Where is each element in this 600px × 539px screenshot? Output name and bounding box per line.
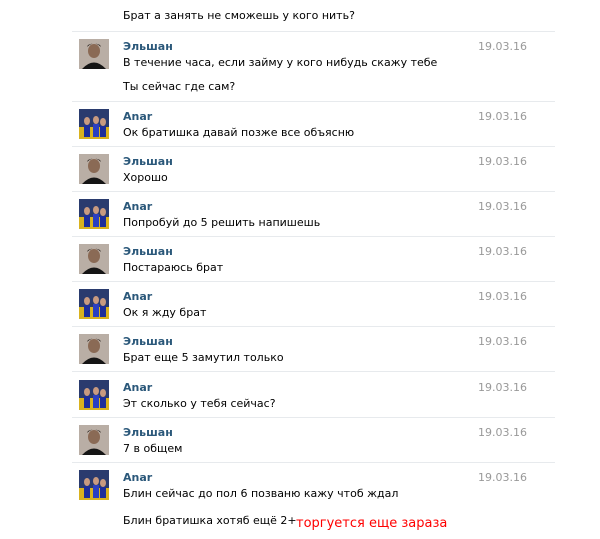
avatar-elshan[interactable] <box>79 39 109 69</box>
message-date[interactable]: 19.03.16 <box>478 110 527 124</box>
message-date[interactable]: 19.03.16 <box>478 155 527 169</box>
message-divider <box>72 326 555 327</box>
message-text: Ок я жду брат <box>123 306 207 319</box>
message-date[interactable]: 19.03.16 <box>478 335 527 349</box>
message-date[interactable]: 19.03.16 <box>478 290 527 304</box>
message-divider <box>72 281 555 282</box>
message-divider <box>72 146 555 147</box>
message-author[interactable]: Anar <box>123 200 152 214</box>
avatar-anar[interactable] <box>79 470 109 500</box>
message-text: 7 в общем <box>123 442 183 455</box>
message-text: Блин братишка хотяб ещё 2+ <box>123 514 297 527</box>
avatar-elshan[interactable] <box>79 154 109 184</box>
message-date[interactable]: 19.03.16 <box>478 200 527 214</box>
avatar-anar[interactable] <box>79 289 109 319</box>
chat-history: Брат а занять не сможешь у кого нить? Эл… <box>0 0 600 539</box>
message-author[interactable]: Эльшан <box>123 245 173 259</box>
message-date[interactable]: 19.03.16 <box>478 471 527 485</box>
avatar-elshan[interactable] <box>79 244 109 274</box>
message-text: Эт сколько у тебя сейчас? <box>123 397 276 410</box>
message-text: Попробуй до 5 решить напишешь <box>123 216 321 229</box>
message-date[interactable]: 19.03.16 <box>478 426 527 440</box>
message-date[interactable]: 19.03.16 <box>478 381 527 395</box>
avatar-anar[interactable] <box>79 199 109 229</box>
message-text: В течение часа, если займу у кого нибудь… <box>123 56 438 69</box>
message-text: Блин сейчас до пол 6 позваню кажу чтоб ж… <box>123 487 399 500</box>
message-author[interactable]: Эльшан <box>123 426 173 440</box>
avatar-elshan[interactable] <box>79 334 109 364</box>
message-divider <box>72 371 555 372</box>
message-divider <box>72 462 555 463</box>
red-annotation: торгуется еще зараза <box>296 516 448 531</box>
avatar-anar[interactable] <box>79 380 109 410</box>
message-text: Ок братишка давай позже все объясню <box>123 126 355 139</box>
message-text: Ты сейчас где сам? <box>123 80 236 93</box>
message-text: Брат еще 5 замутил только <box>123 351 284 364</box>
message-author[interactable]: Anar <box>123 110 152 124</box>
message-text: Хорошо <box>123 171 168 184</box>
message-author[interactable]: Эльшан <box>123 155 173 169</box>
avatar-anar[interactable] <box>79 109 109 139</box>
message-author[interactable]: Эльшан <box>123 40 173 54</box>
message-text: Брат а занять не сможешь у кого нить? <box>123 9 355 22</box>
message-divider <box>72 101 555 102</box>
message-divider <box>72 191 555 192</box>
message-date[interactable]: 19.03.16 <box>478 245 527 259</box>
message-author[interactable]: Anar <box>123 471 152 485</box>
message-divider <box>72 236 555 237</box>
avatar-elshan[interactable] <box>79 425 109 455</box>
message-author[interactable]: Эльшан <box>123 335 173 349</box>
message-author[interactable]: Anar <box>123 381 152 395</box>
message-text: Постараюсь брат <box>123 261 224 274</box>
message-divider <box>72 31 555 32</box>
message-author[interactable]: Anar <box>123 290 152 304</box>
message-divider <box>72 417 555 418</box>
message-date[interactable]: 19.03.16 <box>478 40 527 54</box>
